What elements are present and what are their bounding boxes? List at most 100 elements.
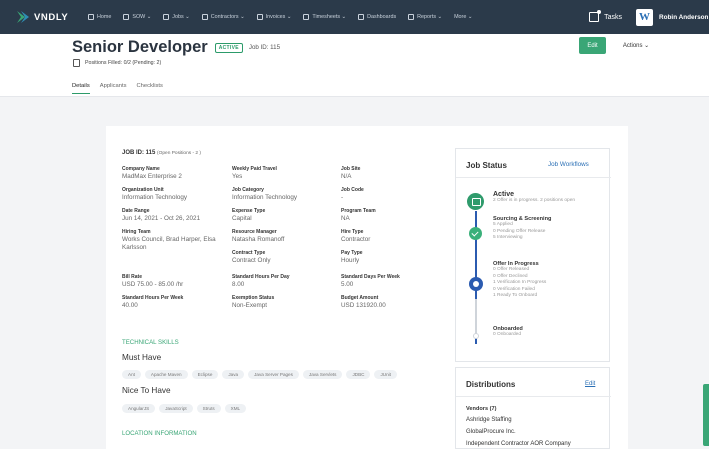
- skill-chip: AngularJS: [122, 404, 156, 413]
- skill-chip: Eclipse: [191, 370, 219, 379]
- skill-chip: Java: [222, 370, 245, 379]
- field-bill-rate: Bill Rate USD 75.00 - 85.00 /hr: [122, 274, 184, 288]
- field-job-site: Job Site N/A: [341, 166, 361, 180]
- skill-chip: Java Server Pages: [248, 370, 299, 379]
- timeline-line-pending: [475, 299, 477, 335]
- vendor-item: Ashridge Staffing: [466, 417, 512, 423]
- user-name[interactable]: Robin Anderson: [659, 14, 709, 21]
- people-icon: [201, 14, 208, 20]
- status-badge: ACTIVE: [214, 42, 243, 53]
- tab-applicants[interactable]: Applicants: [100, 83, 127, 94]
- nav-invoices[interactable]: Invoices ⌄: [256, 14, 291, 20]
- field-organization-unit: Organization Unit Information Technology: [122, 187, 187, 201]
- divider: [456, 177, 611, 178]
- briefcase-icon: [163, 14, 170, 20]
- nav-reports[interactable]: Reports ⌄: [408, 14, 442, 20]
- divider: [456, 396, 611, 397]
- job-id: Job ID: 115: [248, 44, 281, 51]
- field-hours-per-day: Standard Hours Per Day 8.00: [232, 274, 290, 288]
- nice-to-have-skills: AngularJS JavaScript Struts XML: [122, 404, 250, 413]
- field-resource-manager: Resource Manager Natasha Romanoff: [232, 229, 285, 243]
- field-company-name: Company Name MadMax Enterprise 2: [122, 166, 182, 180]
- job-workflows-link[interactable]: Job Workflows: [548, 161, 589, 168]
- pending-step-icon: [473, 333, 479, 339]
- field-days-per-week: Standard Days Per Week 5.00: [341, 274, 400, 288]
- field-job-category: Job Category Information Technology: [232, 187, 297, 201]
- current-step-icon: [469, 277, 483, 291]
- skill-chip: Java Servlets: [302, 370, 343, 379]
- stage-onboarded: Onboarded 0 Onboarded: [493, 326, 523, 337]
- field-job-code: Job Code -: [341, 187, 364, 201]
- skill-chip: JUnit: [374, 370, 397, 379]
- job-status-title: Job Status: [466, 161, 507, 170]
- tab-details[interactable]: Details: [72, 83, 90, 94]
- check-icon: [469, 227, 482, 240]
- skill-chip: JDBC: [346, 370, 371, 379]
- report-icon: [408, 14, 415, 20]
- home-icon: [88, 14, 94, 20]
- document-icon: [123, 14, 130, 20]
- skill-chip: XML: [224, 404, 247, 413]
- brand-logo[interactable]: VNDLY: [16, 10, 78, 24]
- distributions-panel: Distributions Edit Vendors (7) Ashridge …: [455, 367, 611, 449]
- page-header: Senior Developer ACTIVE Job ID: 115 Posi…: [0, 34, 709, 97]
- stage-offer: Offer In Progress 0 Offer Released 0 Off…: [493, 261, 547, 299]
- vndly-logo-icon: [16, 10, 30, 24]
- avatar[interactable]: W: [636, 8, 653, 26]
- must-have-skills: Ant Apache Maven Eclipse Java Java Serve…: [122, 370, 401, 379]
- skill-chip: Ant: [122, 370, 141, 379]
- brand-name: VNDLY: [34, 11, 69, 23]
- skill-chip: Struts: [196, 404, 221, 413]
- location-heading: LOCATION INFORMATION: [122, 430, 197, 437]
- distributions-title: Distributions: [466, 380, 516, 389]
- tab-bar: Details Applicants Checklists: [72, 83, 173, 94]
- top-nav: VNDLY Home SOW ⌄ Jobs ⌄ Contractors ⌄ In…: [0, 0, 709, 34]
- stage-active: Active 2 Offer is in progress. 2 positio…: [493, 191, 576, 203]
- tasks-button[interactable]: Tasks: [589, 10, 622, 22]
- field-hire-type: Hire Type Contractor: [341, 229, 371, 243]
- job-id-heading: JOB ID: 115 (Open Positions - 2 ): [122, 150, 202, 156]
- dollar-icon: [256, 14, 263, 20]
- actions-dropdown[interactable]: Actions ⌄: [612, 37, 660, 54]
- nav-more[interactable]: More ⌄: [454, 14, 472, 20]
- skill-chip: JavaScript: [159, 404, 193, 413]
- open-positions: (Open Positions - 2 ): [157, 151, 202, 156]
- technical-skills-heading: TECHNICAL SKILLS: [122, 339, 179, 346]
- nav-sow[interactable]: SOW ⌄: [123, 14, 151, 20]
- skill-chip: Apache Maven: [144, 370, 188, 379]
- nav-jobs[interactable]: Jobs ⌄: [163, 14, 190, 20]
- field-hiring-team: Hiring Team Works Council, Brad Harper, E…: [122, 229, 216, 251]
- nav-dashboards[interactable]: Dashboards: [358, 14, 396, 20]
- briefcase-icon: [467, 193, 484, 210]
- tab-checklists[interactable]: Checklists: [136, 83, 162, 94]
- field-pay-type: Pay Type Hourly: [341, 250, 363, 264]
- job-status-panel: Job Status Job Workflows Active 2 Offer …: [455, 148, 611, 362]
- nav-contractors[interactable]: Contractors ⌄: [201, 14, 245, 20]
- field-program-team: Program Team NA: [341, 208, 376, 222]
- nav-home[interactable]: Home: [88, 14, 111, 20]
- field-hours-per-week: Standard Hours Per Week 40.00: [122, 295, 184, 309]
- clock-icon: [303, 14, 310, 20]
- job-details-card: JOB ID: 115 (Open Positions - 2 ) Compan…: [106, 126, 628, 449]
- stage-sourcing: Sourcing & Screening 5 Applied 0 Pending…: [493, 216, 552, 241]
- distributions-edit-link[interactable]: Edit: [585, 381, 595, 387]
- field-contract-type: Contract Type Contract Only: [232, 250, 271, 264]
- tasks-icon: [589, 10, 602, 22]
- field-expense-type: Expense Type Capital: [232, 208, 266, 222]
- vendors-label: Vendors (7): [466, 406, 497, 412]
- edit-button[interactable]: Edit: [579, 37, 606, 54]
- positions-icon: [73, 59, 80, 67]
- field-exemption-status: Exemption Status Non-Exempt: [232, 295, 275, 309]
- feedback-tab[interactable]: [703, 384, 709, 446]
- nav-timesheets[interactable]: Timesheets ⌄: [303, 14, 346, 20]
- page-title: Senior Developer: [72, 38, 208, 56]
- field-budget-amount: Budget Amount USD 131920.00: [341, 295, 386, 309]
- nice-to-have-label: Nice To Have: [122, 386, 171, 395]
- must-have-label: Must Have: [122, 353, 162, 362]
- vendor-item: GlobalProcure Inc.: [466, 429, 516, 435]
- vendor-item: Independent Contractor AOR Company: [466, 441, 571, 447]
- positions-filled: Positions Filled: 0/2 (Pending: 2): [85, 60, 162, 66]
- field-date-range: Date Range Jun 14, 2021 - Oct 26, 2021: [122, 208, 201, 222]
- field-weekly-paid-travel: Weekly Paid Travel Yes: [232, 166, 277, 180]
- chart-icon: [358, 14, 365, 20]
